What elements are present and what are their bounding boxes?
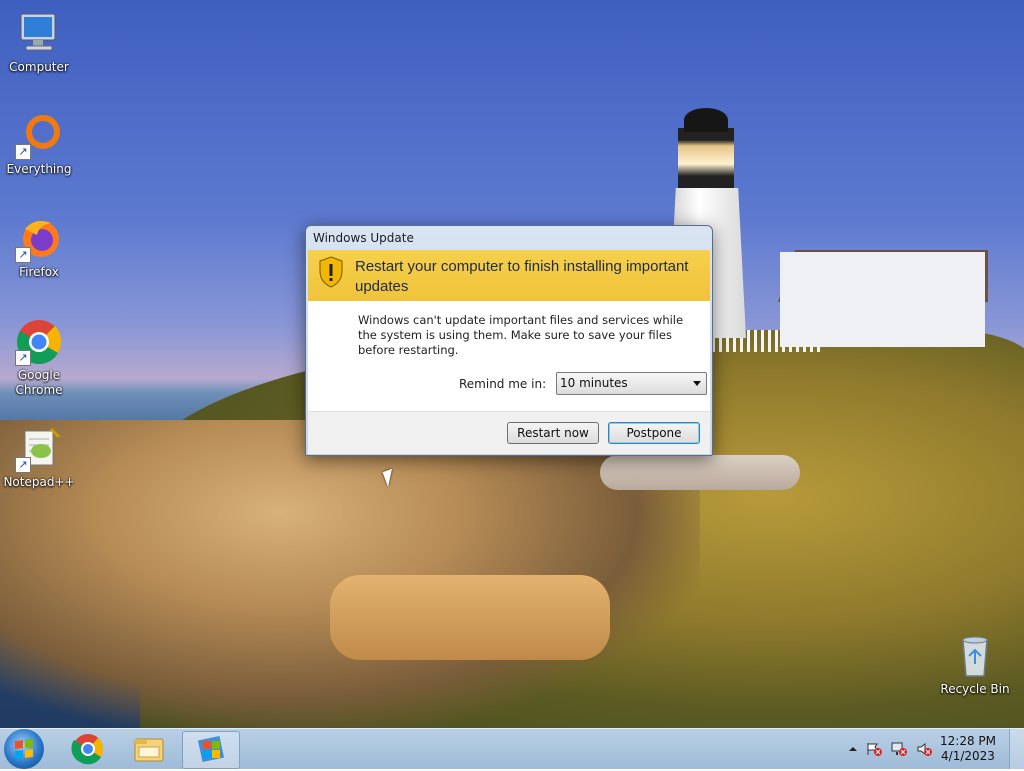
shortcut-arrow-icon: ↗ <box>15 247 31 263</box>
shortcut-arrow-icon: ↗ <box>15 350 31 366</box>
desktop-icon-google-chrome[interactable]: ↗ Google Chrome <box>1 318 77 398</box>
network-icon[interactable] <box>891 742 907 756</box>
dialog-message: Windows can't update important files and… <box>358 313 684 357</box>
wallpaper-lighthouse-top <box>684 108 728 132</box>
dialog-title: Windows Update <box>313 231 414 245</box>
desktop-icon-label: Google Chrome <box>15 368 63 397</box>
desktop-icon-everything[interactable]: ↗ Everything <box>1 112 77 177</box>
dialog-footer: Restart now Postpone <box>308 411 710 454</box>
wallpaper-lighthouse-lamp <box>678 128 734 188</box>
taskbar-chrome-button[interactable] <box>60 731 116 767</box>
desktop-icon-label: Computer <box>9 60 69 74</box>
postpone-button[interactable]: Postpone <box>608 422 700 444</box>
desktop-icon-label: Recycle Bin <box>940 682 1010 696</box>
chrome-icon <box>71 734 104 765</box>
everything-icon: ↗ <box>15 112 63 160</box>
remind-interval-dropdown[interactable]: 10 minutes <box>556 372 707 395</box>
desktop-icon-label: Firefox <box>19 265 59 279</box>
chevron-down-icon <box>693 381 701 386</box>
warning-shield-icon <box>318 256 344 288</box>
file-explorer-icon <box>134 738 164 762</box>
desktop-icon-recycle-bin[interactable]: Recycle Bin <box>937 632 1013 697</box>
windows-update-dialog: Windows Update Restart your computer to … <box>305 225 713 456</box>
computer-icon <box>15 10 63 58</box>
restart-now-button[interactable]: Restart now <box>507 422 599 444</box>
dialog-body: Windows can't update important files and… <box>308 301 710 411</box>
chrome-icon: ↗ <box>15 318 63 366</box>
taskbar-file-explorer-button[interactable] <box>121 731 177 767</box>
clock-date: 4/1/2023 <box>941 749 995 763</box>
volume-muted-icon[interactable] <box>916 742 932 756</box>
desktop-icon-notepadpp[interactable]: ↗ Notepad++ <box>1 425 77 490</box>
windows-logo-icon <box>15 739 33 759</box>
start-button[interactable] <box>4 729 44 769</box>
desktop-icon-computer[interactable]: Computer <box>1 10 77 75</box>
remind-label: Remind me in: <box>459 377 547 391</box>
recycle-bin-icon <box>951 632 999 680</box>
wallpaper-rock <box>330 575 610 660</box>
shortcut-arrow-icon: ↗ <box>15 457 31 473</box>
shortcut-arrow-icon: ↗ <box>15 144 31 160</box>
remind-interval-value: 10 minutes <box>560 376 628 390</box>
firefox-icon: ↗ <box>15 215 63 263</box>
system-clock[interactable]: 12:28 PM 4/1/2023 <box>938 734 998 764</box>
desktop-icon-firefox[interactable]: ↗ Firefox <box>1 215 77 280</box>
show-desktop-button[interactable] <box>1009 729 1024 769</box>
dialog-heading: Restart your computer to finish installi… <box>355 258 689 295</box>
wallpaper-rock <box>600 455 800 490</box>
windows-update-icon <box>197 735 225 763</box>
taskbar: 12:28 PM 4/1/2023 <box>0 728 1024 769</box>
notepadpp-icon: ↗ <box>15 425 63 473</box>
desktop-icon-label: Everything <box>6 162 72 176</box>
wallpaper-rocks <box>0 420 700 728</box>
clock-time: 12:28 PM <box>940 734 996 748</box>
desktop-icon-label: Notepad++ <box>3 475 75 489</box>
show-hidden-icons-icon[interactable] <box>845 742 861 756</box>
taskbar-windows-update-button[interactable] <box>182 731 240 769</box>
action-center-flag-icon[interactable] <box>866 742 882 756</box>
wallpaper-house <box>780 252 985 347</box>
dialog-banner: Restart your computer to finish installi… <box>308 250 710 301</box>
